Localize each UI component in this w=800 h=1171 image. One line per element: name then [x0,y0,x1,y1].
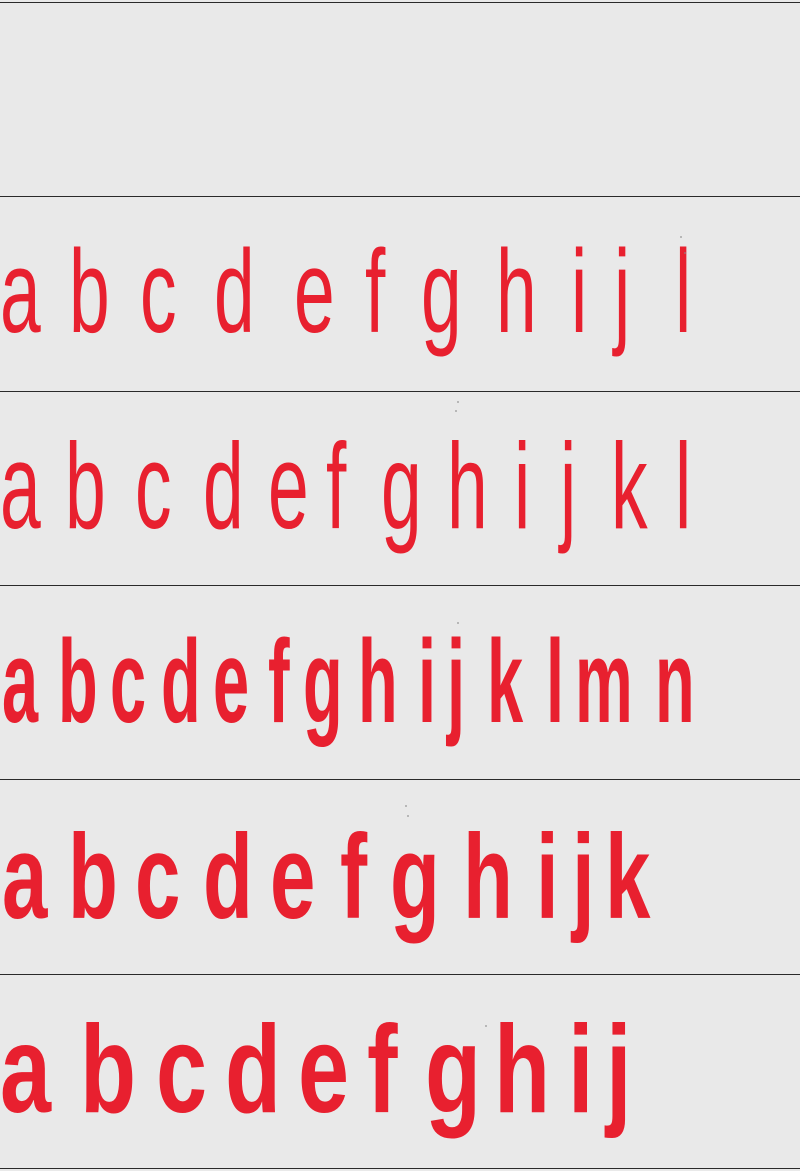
glyph-b: b [68,809,118,943]
glyph-i: i [418,617,436,748]
dust-speck [684,252,686,254]
glyph-a: a [2,809,48,943]
glyph-c: c [135,809,180,943]
glyph-e: e [213,617,249,748]
glyph-k: k [487,617,524,748]
glyph-b: b [58,617,98,748]
glyph-n: n [655,617,695,748]
glyph-h: h [463,809,513,943]
glyph-a: a [2,617,39,748]
specimen-glyphs-black: abcdefghij [0,1001,631,1140]
glyph-d: d [214,225,255,357]
dust-speck [407,815,409,817]
glyph-g: g [390,809,440,943]
glyph-i: i [514,419,530,555]
glyph-e: e [294,225,335,357]
glyph-d: d [203,809,253,943]
glyph-f: f [326,419,347,555]
glyph-l: l [675,419,691,555]
glyph-k: k [611,419,648,555]
glyph-d: d [203,419,244,555]
glyph-c: c [156,1001,207,1140]
dust-speck [457,622,459,624]
specimen-row-regular: abcdefghijklmn [0,586,800,778]
specimen-glyphs-regular: abcdefghijklmn [2,617,695,748]
glyph-c: c [140,225,177,357]
glyph-j: j [446,617,465,748]
glyph-e: e [298,1001,349,1140]
glyph-f: f [340,809,368,943]
glyph-e: e [270,809,315,943]
glyph-i: i [568,1001,593,1140]
glyph-g: g [425,1001,481,1140]
glyph-d: d [225,1001,281,1140]
glyph-j: j [612,225,630,357]
glyph-j: j [604,1001,631,1140]
glyph-g: g [381,419,422,555]
glyph-g: g [421,225,462,357]
glyph-h: h [494,1001,550,1140]
glyph-k: k [605,809,651,943]
specimen-row-empty [0,3,800,195]
glyph-j: j [558,419,576,555]
specimen-glyphs-light: abcdefghijkl [0,419,691,555]
glyph-b: b [80,1001,136,1140]
glyph-h: h [358,617,398,748]
glyph-m: m [575,617,633,748]
glyph-f: f [367,1001,398,1140]
glyph-d: d [161,617,201,748]
glyph-c: c [135,419,172,555]
row-divider [0,1168,800,1169]
specimen-row-light: abcdefghijkl [0,392,800,584]
specimen-glyphs-bold: abcdefghijk [2,809,651,943]
glyph-i: i [536,809,559,943]
glyph-b: b [69,225,110,357]
glyph-b: b [65,419,106,555]
glyph-h: h [447,419,488,555]
specimen-row-bold: abcdefghijk [0,780,800,972]
glyph-i: i [571,225,587,357]
glyph-l: l [675,225,691,357]
specimen-row-thin: abcdefghijl [0,197,800,389]
dust-speck [680,236,682,238]
dust-speck [405,805,407,807]
dust-speck [455,410,457,412]
glyph-a: a [0,419,41,555]
glyph-c: c [110,617,146,748]
glyph-j: j [570,809,594,943]
glyph-f: f [268,617,290,748]
glyph-g: g [303,617,343,748]
glyph-a: a [0,1001,52,1140]
dust-speck [457,401,459,403]
glyph-f: f [365,225,386,357]
glyph-e: e [268,419,309,555]
dust-speck [485,1025,487,1027]
specimen-row-black: abcdefghij [0,975,800,1167]
glyph-l: l [546,617,564,748]
specimen-glyphs-thin: abcdefghijl [0,225,691,357]
glyph-h: h [496,225,537,357]
glyph-a: a [0,225,41,357]
